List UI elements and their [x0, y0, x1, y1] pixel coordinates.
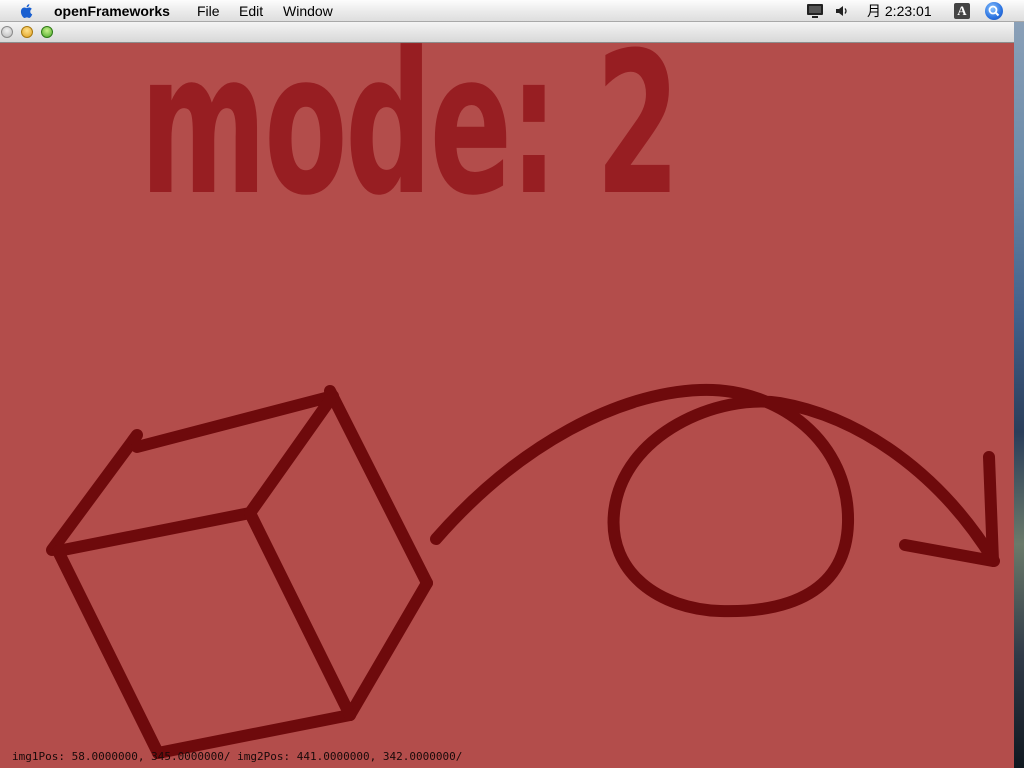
app-window: mode: 2 img1Pos: 58.0000000, 345.0000000…: [0, 22, 1014, 768]
display-icon[interactable]: [806, 3, 824, 19]
cube-edge: [52, 507, 256, 557]
menubar-clock[interactable]: 月 2:23:01: [867, 3, 932, 19]
cube-edge: [344, 577, 433, 721]
cube-edge: [152, 709, 356, 759]
cube-edge: [324, 385, 433, 589]
minimize-button[interactable]: [21, 26, 33, 38]
loop-arrow-sketch[interactable]: [430, 383, 1000, 618]
zoom-button[interactable]: [41, 26, 53, 38]
app-menu[interactable]: openFrameworks: [54, 3, 170, 19]
menu-bar: openFrameworks File Edit Window 月 2:23:0…: [0, 0, 1024, 22]
volume-icon[interactable]: [834, 3, 850, 19]
spotlight-search-icon[interactable]: [985, 2, 1003, 20]
render-canvas[interactable]: mode: 2 img1Pos: 58.0000000, 345.0000000…: [0, 43, 1014, 768]
input-menu-icon[interactable]: A: [954, 3, 970, 19]
edit-menu[interactable]: Edit: [239, 3, 263, 19]
window-menu[interactable]: Window: [283, 3, 333, 19]
window-title-bar[interactable]: [0, 22, 1014, 43]
apple-logo-icon[interactable]: [18, 2, 36, 20]
file-menu[interactable]: File: [197, 3, 220, 19]
loop-arrow-curve: [430, 383, 1000, 618]
cube-sketch[interactable]: [46, 385, 433, 759]
sketch-layer: [46, 383, 1000, 759]
position-status-text: img1Pos: 58.0000000, 345.0000000/ img2Po…: [12, 750, 463, 763]
desktop-background: [1014, 22, 1024, 768]
cube-edge: [244, 507, 356, 721]
close-button[interactable]: [1, 26, 13, 38]
cube-edge: [52, 545, 164, 759]
